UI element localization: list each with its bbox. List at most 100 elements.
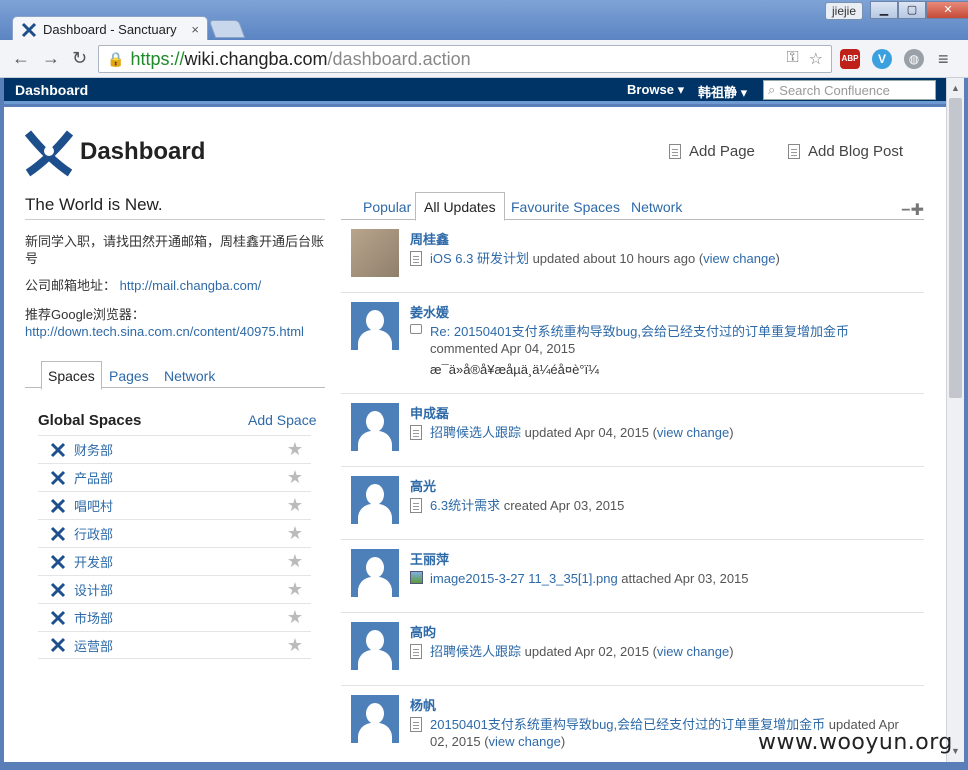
space-name[interactable]: 运营部	[74, 636, 113, 655]
extension-v-icon[interactable]: V	[872, 49, 892, 69]
space-name[interactable]: 唱吧村	[74, 496, 113, 515]
space-item[interactable]: 产品部 ★	[38, 463, 311, 491]
update-user[interactable]: 申成磊	[410, 403, 449, 422]
space-item[interactable]: 运营部 ★	[38, 631, 311, 659]
browser-tab-dashboard[interactable]: Dashboard - Sanctuary ×	[12, 16, 208, 42]
mail-link[interactable]: http://mail.changba.com/	[120, 278, 262, 293]
space-name[interactable]: 行政部	[74, 524, 113, 543]
tab-network[interactable]: Network	[158, 365, 221, 387]
tab-spaces[interactable]: Spaces	[41, 361, 102, 390]
favourite-star-icon[interactable]: ★	[287, 495, 303, 516]
scroll-thumb[interactable]	[949, 98, 962, 398]
scroll-up-icon[interactable]: ▲	[951, 83, 960, 93]
adblock-extension-icon[interactable]: ABP	[840, 49, 860, 69]
add-space-link[interactable]: Add Space	[248, 412, 317, 428]
update-user[interactable]: 周桂鑫	[410, 229, 449, 248]
space-item[interactable]: 设计部 ★	[38, 575, 311, 603]
space-name[interactable]: 设计部	[74, 580, 113, 599]
space-item[interactable]: 唱吧村 ★	[38, 491, 311, 519]
menu-icon[interactable]: ≡	[938, 49, 949, 70]
header-dashboard-link[interactable]: Dashboard	[15, 82, 88, 98]
browser-download-link[interactable]: http://down.tech.sina.com.cn/content/409…	[25, 324, 304, 339]
avatar[interactable]	[351, 229, 399, 277]
update-user[interactable]: 高昀	[410, 622, 436, 641]
favourite-star-icon[interactable]: ★	[287, 579, 303, 600]
favourite-star-icon[interactable]: ★	[287, 523, 303, 544]
view-change-link[interactable]: view change	[657, 425, 729, 440]
space-item[interactable]: 行政部 ★	[38, 519, 311, 547]
bookmark-star-icon[interactable]: ☆	[809, 49, 823, 69]
search-input[interactable]: ⌕ Search Confluence	[763, 80, 936, 100]
address-bar[interactable]: 🔒 https:// wiki.changba.com /dashboard.a…	[98, 45, 832, 73]
profile-badge[interactable]: jiejie	[825, 2, 863, 20]
avatar[interactable]	[351, 302, 399, 350]
view-change-link[interactable]: view change	[657, 644, 729, 659]
space-name[interactable]: 产品部	[74, 468, 113, 487]
update-user[interactable]: 姜水媛	[410, 302, 449, 321]
avatar[interactable]	[351, 549, 399, 597]
space-item[interactable]: 开发部 ★	[38, 547, 311, 575]
globe-extension-icon[interactable]: ◍	[904, 49, 924, 69]
url-path: /dashboard.action	[327, 48, 471, 69]
favourite-star-icon[interactable]: ★	[287, 635, 303, 656]
browser-titlebar: Dashboard - Sanctuary × jiejie ▁ ▢ ✕	[0, 0, 968, 42]
tab-close-icon[interactable]: ×	[191, 22, 199, 37]
favourite-star-icon[interactable]: ★	[287, 467, 303, 488]
update-item: 王丽萍 ▶ image2015-3-27 11_3_35[1].png atta…	[341, 541, 924, 613]
avatar[interactable]	[351, 622, 399, 670]
avatar[interactable]	[351, 403, 399, 451]
collapse-expand-icon[interactable]: −✚	[901, 200, 924, 220]
update-title[interactable]: Re: 20150401支付系统重构导致bug,会给已经支付过的订单重复增加金币	[430, 324, 849, 339]
space-logo-icon	[50, 498, 66, 513]
forward-icon[interactable]: →	[42, 48, 60, 69]
left-tabs: Spaces Pages Network	[25, 361, 325, 390]
add-blog-post-button[interactable]: Add Blog Post	[788, 143, 903, 160]
tab-network[interactable]: Network	[625, 197, 688, 217]
close-window-icon[interactable]: ✕	[926, 1, 968, 19]
space-item[interactable]: 市场部 ★	[38, 603, 311, 631]
update-user[interactable]: 杨帆	[410, 695, 436, 714]
avatar[interactable]	[351, 476, 399, 524]
update-title[interactable]: 招聘候选人跟踪	[430, 644, 521, 659]
space-name[interactable]: 开发部	[74, 552, 113, 571]
update-title[interactable]: iOS 6.3 研发计划	[430, 251, 529, 266]
watermark: www.wooyun.org	[758, 730, 953, 755]
tab-popular[interactable]: Popular	[357, 197, 417, 217]
dashboard-page: Dashboard Add Page Add Blog Post The Wor…	[4, 107, 946, 762]
image-attachment-icon	[410, 571, 423, 584]
space-name[interactable]: 财务部	[74, 440, 113, 459]
favourite-star-icon[interactable]: ★	[287, 551, 303, 572]
update-title[interactable]: image2015-3-27 11_3_35[1].png	[430, 571, 618, 586]
avatar[interactable]	[351, 695, 399, 743]
back-icon[interactable]: ←	[12, 48, 30, 69]
space-item[interactable]: 财务部 ★	[38, 435, 311, 463]
reload-icon[interactable]: ↻	[72, 48, 87, 69]
add-page-button[interactable]: Add Page	[669, 143, 755, 160]
tab-all-updates[interactable]: All Updates	[415, 192, 505, 221]
maximize-icon[interactable]: ▢	[898, 1, 926, 19]
space-logo-icon	[50, 442, 66, 457]
add-blog-post-label: Add Blog Post	[808, 143, 904, 160]
user-menu[interactable]: 韩祖静 ▾	[698, 82, 747, 101]
view-change-link[interactable]: view change	[489, 734, 561, 749]
browse-menu[interactable]: Browse ▾	[627, 82, 684, 98]
update-user[interactable]: 高光	[410, 476, 436, 495]
tab-pages[interactable]: Pages	[103, 365, 155, 387]
space-name[interactable]: 市场部	[74, 608, 113, 627]
key-icon[interactable]: ⚿	[786, 49, 798, 69]
update-tail: )	[560, 734, 566, 749]
add-page-label: Add Page	[689, 143, 755, 160]
view-change-link[interactable]: view change	[703, 251, 775, 266]
favourite-star-icon[interactable]: ★	[287, 439, 303, 460]
page-scrollbar[interactable]: ▲ ▼	[946, 78, 964, 762]
tab-title: Dashboard - Sanctuary	[43, 22, 177, 37]
tab-favourite-spaces[interactable]: Favourite Spaces	[505, 197, 626, 217]
update-user[interactable]: 王丽萍	[410, 549, 449, 568]
blog-post-icon	[788, 144, 800, 159]
window-controls: ▁ ▢ ✕	[870, 1, 968, 19]
update-title[interactable]: 招聘候选人跟踪	[430, 425, 521, 440]
new-tab-button[interactable]	[208, 20, 246, 38]
update-title[interactable]: 6.3统计需求	[430, 498, 500, 513]
favourite-star-icon[interactable]: ★	[287, 607, 303, 628]
minimize-icon[interactable]: ▁	[870, 1, 898, 19]
